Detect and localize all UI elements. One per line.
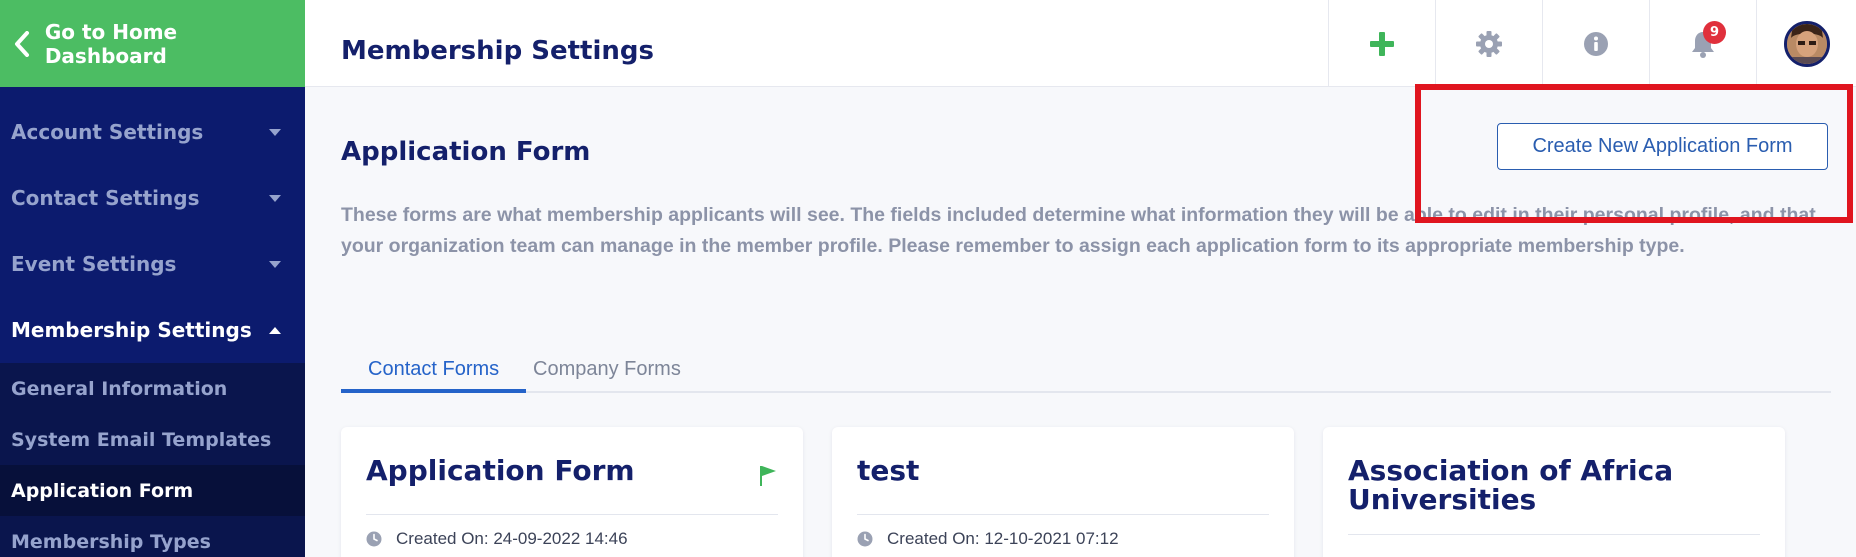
sidebar: Go to Home Dashboard Account Settings Co…	[0, 0, 305, 557]
sidebar-item-membership-settings[interactable]: Membership Settings	[0, 297, 305, 363]
submenu-item-system-email-templates[interactable]: System Email Templates	[0, 414, 305, 465]
submenu-item-membership-types[interactable]: Membership Types	[0, 516, 305, 557]
caret-down-icon	[269, 194, 281, 202]
plus-icon	[1370, 31, 1394, 56]
chevron-left-icon	[0, 0, 44, 87]
clock-icon	[366, 531, 382, 547]
sidebar-item-event-settings[interactable]: Event Settings	[0, 231, 305, 297]
caret-up-icon	[269, 326, 281, 334]
section-description: These forms are what membership applican…	[341, 204, 1816, 257]
sidebar-item-label: Membership Settings	[11, 318, 252, 342]
created-on-text: Created On: 24-09-2022 14:46	[396, 529, 628, 548]
sidebar-item-label: Contact Settings	[11, 186, 200, 210]
tab-label: Company Forms	[533, 358, 681, 380]
sidebar-item-label: Account Settings	[11, 120, 204, 144]
topbar-actions: 9	[1328, 0, 1856, 87]
card-divider	[857, 514, 1269, 515]
form-card[interactable]: Association of Africa Universities	[1323, 427, 1785, 557]
go-home-dashboard-button[interactable]: Go to Home Dashboard	[0, 0, 305, 87]
top-bar: Membership Settings 9	[305, 0, 1856, 87]
page-title: Membership Settings	[341, 36, 654, 66]
notifications-button[interactable]: 9	[1649, 0, 1756, 87]
clock-icon	[857, 531, 873, 547]
info-icon	[1584, 31, 1608, 56]
main-content: Application Form Create New Application …	[305, 84, 1856, 557]
form-card[interactable]: test Created On: 12-10-2021 07:12	[832, 427, 1294, 557]
user-menu-button[interactable]	[1756, 0, 1856, 87]
submenu-item-application-form[interactable]: Application Form	[0, 465, 305, 516]
card-created-on: Created On: 24-09-2022 14:46	[366, 529, 628, 549]
card-title: test	[857, 454, 920, 487]
settings-button[interactable]	[1435, 0, 1542, 87]
created-on-text: Created On: 12-10-2021 07:12	[887, 529, 1119, 548]
card-divider	[1348, 534, 1760, 535]
caret-down-icon	[269, 260, 281, 268]
sidebar-item-account-settings[interactable]: Account Settings	[0, 99, 305, 165]
membership-submenu: General Information System Email Templat…	[0, 363, 305, 557]
section-title: Application Form	[341, 137, 591, 167]
card-divider	[366, 514, 778, 515]
home-button-label: Go to Home Dashboard	[44, 19, 178, 68]
tab-label: Contact Forms	[368, 358, 500, 380]
form-tabs: Contact Forms Company Forms	[341, 351, 1831, 393]
notification-badge: 9	[1703, 21, 1726, 44]
form-card[interactable]: Application Form Created On: 24-09-2022 …	[341, 427, 803, 557]
card-created-on: Created On: 12-10-2021 07:12	[857, 529, 1119, 549]
gear-icon	[1476, 30, 1502, 57]
flag-icon[interactable]	[759, 465, 777, 487]
create-new-application-form-button[interactable]: Create New Application Form	[1497, 123, 1828, 170]
caret-down-icon	[269, 128, 281, 136]
info-button[interactable]	[1542, 0, 1649, 87]
avatar	[1783, 20, 1830, 67]
sidebar-item-contact-settings[interactable]: Contact Settings	[0, 165, 305, 231]
add-button[interactable]	[1328, 0, 1435, 87]
card-title: Application Form	[366, 454, 635, 487]
tab-company-forms[interactable]: Company Forms	[506, 351, 708, 393]
card-title: Association of Africa Universities	[1348, 454, 1674, 516]
tab-contact-forms[interactable]: Contact Forms	[341, 351, 527, 393]
sidebar-item-label: Event Settings	[11, 252, 177, 276]
sidebar-nav: Account Settings Contact Settings Event …	[0, 99, 305, 557]
submenu-item-general-information[interactable]: General Information	[0, 363, 305, 414]
